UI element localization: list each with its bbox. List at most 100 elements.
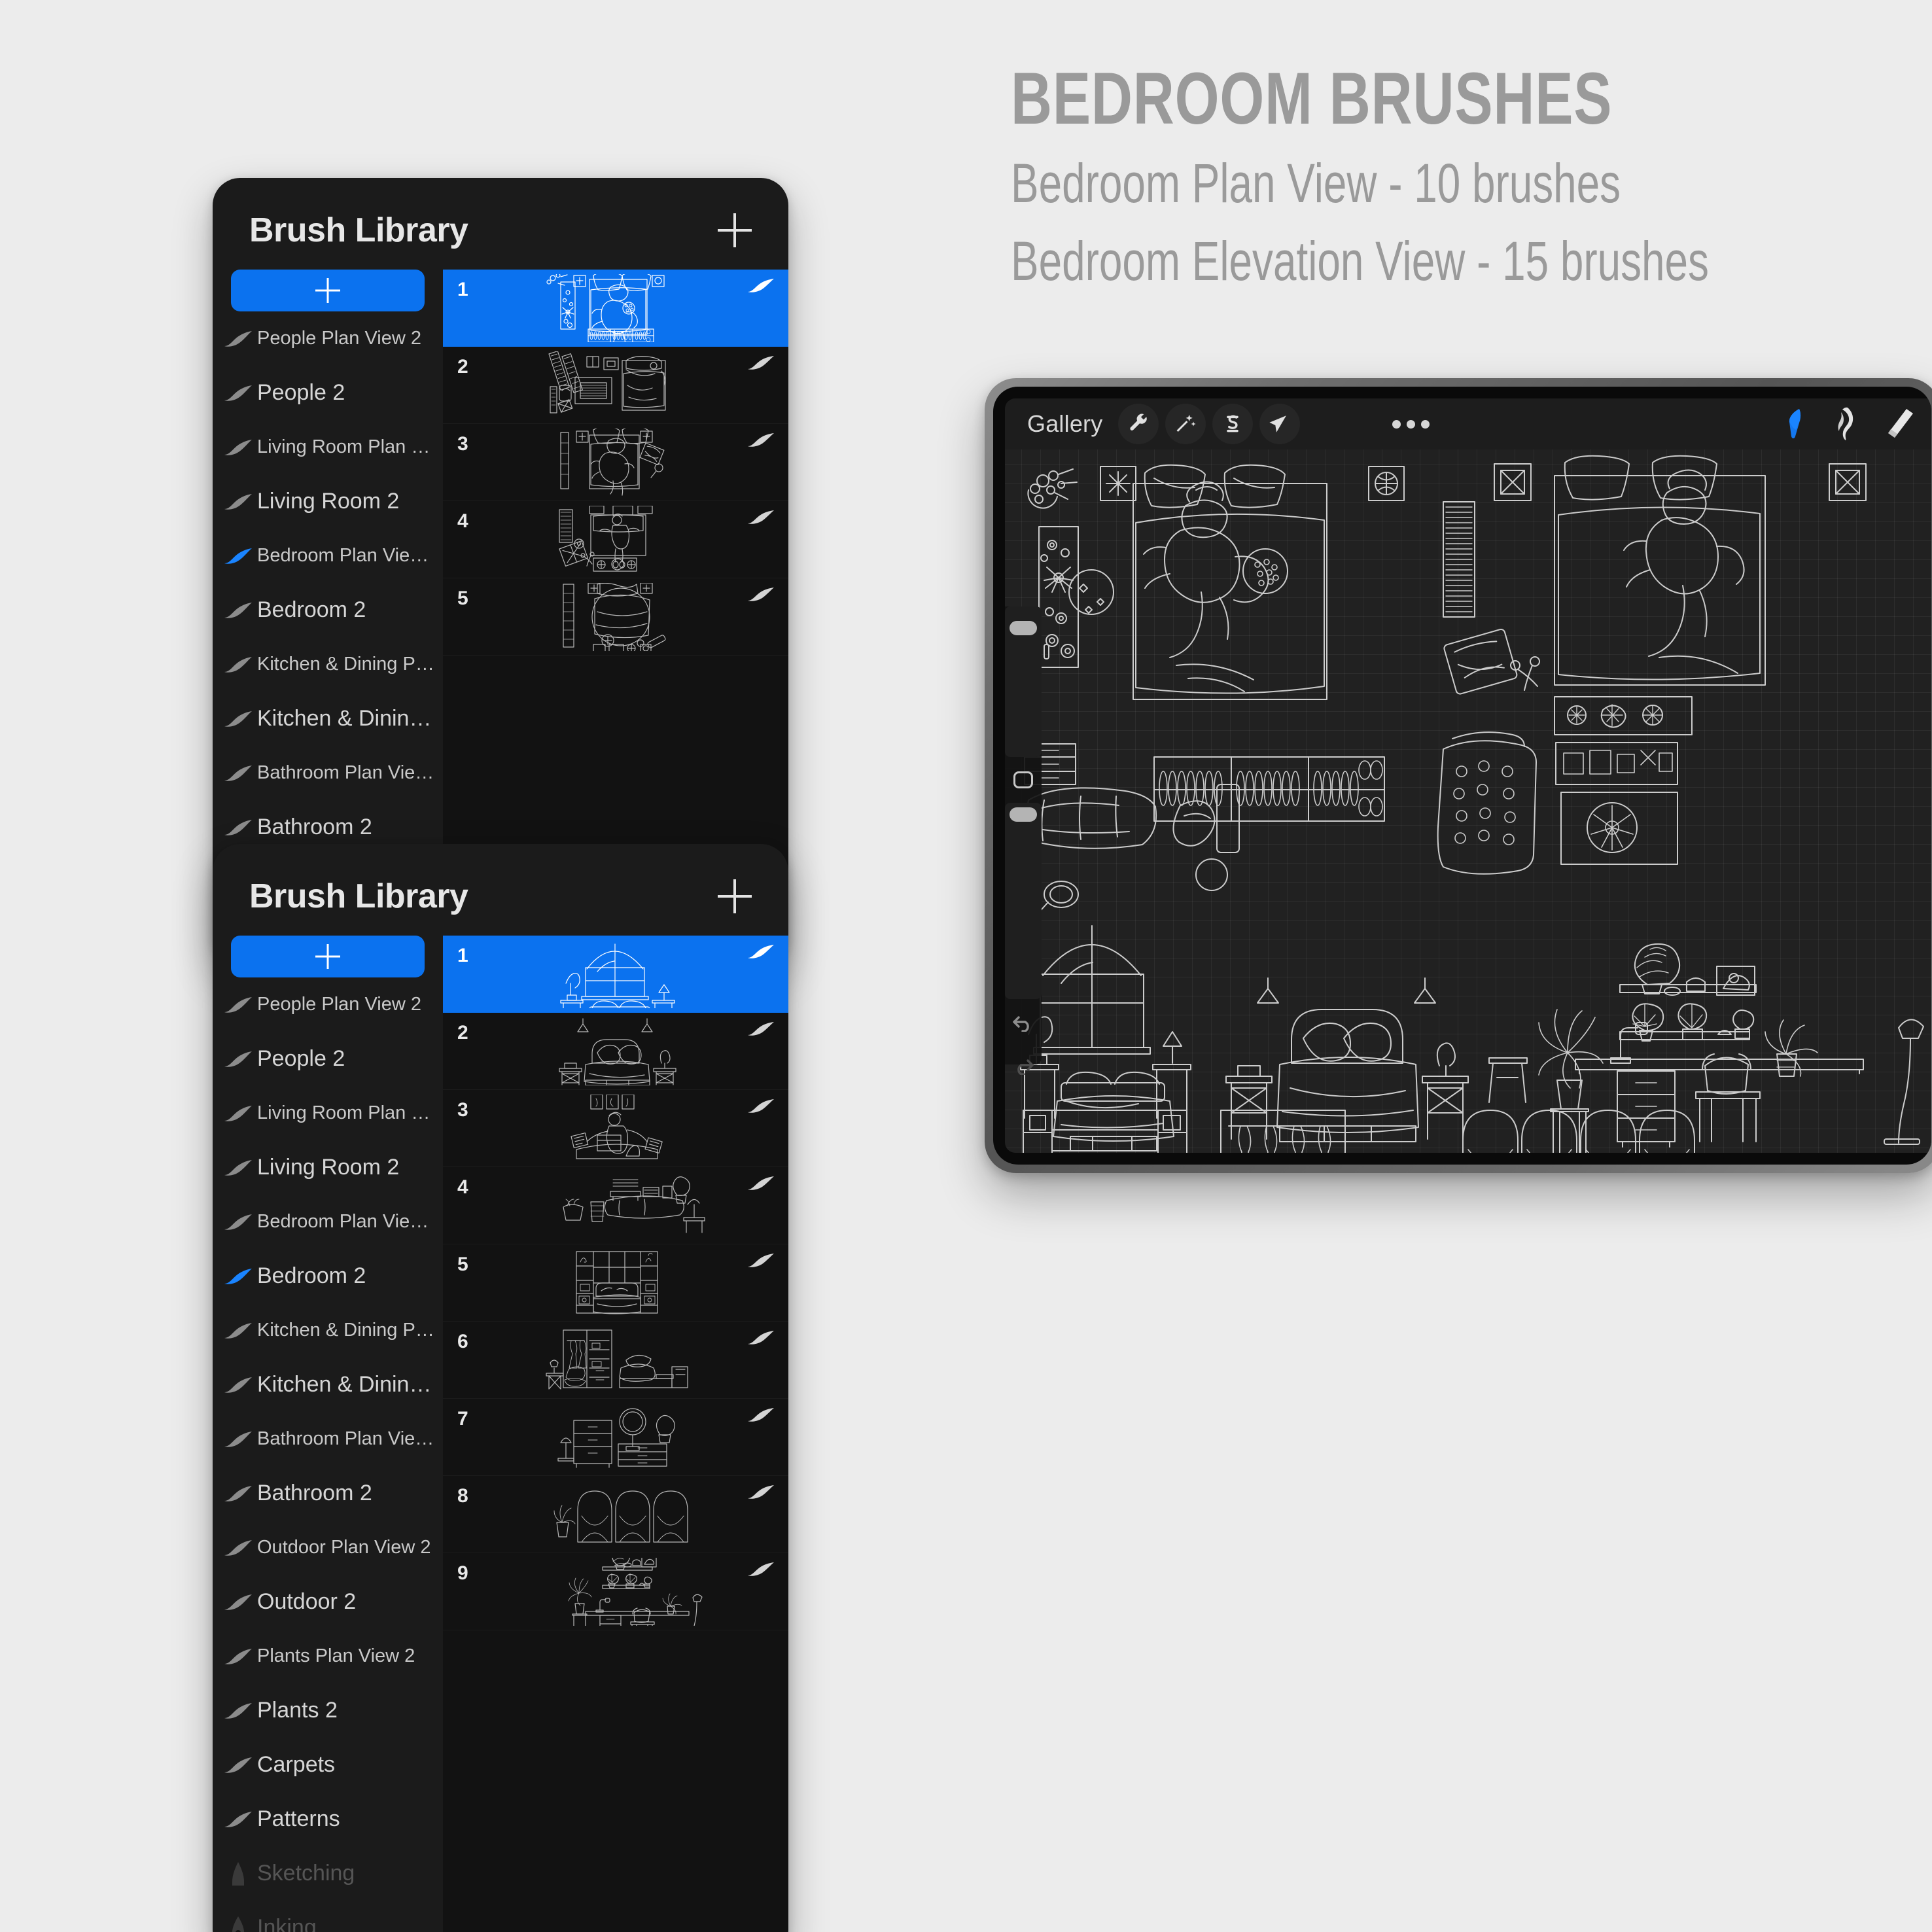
eraser-icon[interactable]	[1886, 408, 1914, 440]
brush-row[interactable]: 7	[443, 1399, 788, 1476]
brushset-row[interactable]: Living Room 2	[213, 1140, 443, 1195]
brushset-label: Kitchen & Dining 2	[257, 706, 440, 731]
brushset-label: Living Room 2	[257, 1155, 400, 1180]
brush-size-slider[interactable]	[1005, 606, 1042, 757]
brushset-row[interactable]: Bedroom Plan View 2	[213, 1195, 443, 1249]
brush-stroke-icon	[219, 1104, 257, 1123]
brush-stroke-icon	[219, 1212, 257, 1232]
smudge-icon[interactable]	[1833, 407, 1861, 441]
brush-stroke-icon	[219, 383, 257, 403]
modify-button[interactable]	[1013, 771, 1033, 788]
brush-row[interactable]: 1	[443, 936, 788, 1013]
undo-icon[interactable]	[1012, 1015, 1034, 1032]
brush-stroke-icon	[746, 586, 775, 603]
brush-size-knob[interactable]	[1010, 621, 1037, 635]
brushset-row[interactable]: Inking	[213, 1901, 443, 1932]
canvas-artwork	[1020, 455, 1924, 1153]
brushset-row[interactable]: Bathroom Plan View 2	[213, 1412, 443, 1466]
brushset-label: Bedroom 2	[257, 1263, 366, 1288]
brushset-row[interactable]: Living Room Plan Vie...	[213, 1086, 443, 1140]
brushset-label: Kitchen & Dining 2	[257, 1372, 440, 1397]
brushset-row[interactable]: Living Room Plan Vie...	[213, 420, 443, 474]
brushset-row[interactable]: Carpets	[213, 1738, 443, 1792]
brushset-row[interactable]: Sketching	[213, 1846, 443, 1901]
brushset-label: Outdoor Plan View 2	[257, 1537, 431, 1558]
panel-title: Brush Library	[249, 211, 468, 249]
brush-grid: 1 2 3 4 5 6 7 8 9	[443, 936, 788, 1932]
brush-row[interactable]: 2	[443, 347, 788, 424]
brushset-label: Kitchen & Dining Pla...	[257, 1320, 443, 1341]
brushset-row[interactable]: Patterns	[213, 1792, 443, 1846]
panel-body: People Plan View 2 People 2 Living Room Pl…	[213, 270, 788, 868]
wrench-icon[interactable]	[1118, 404, 1159, 444]
brushset-row[interactable]: Plants 2	[213, 1683, 443, 1738]
brush-stroke-icon	[219, 1375, 257, 1395]
brush-row[interactable]: 2	[443, 1013, 788, 1090]
brushset-label: People Plan View 2	[257, 994, 421, 1015]
brush-stroke-icon	[219, 764, 257, 783]
brush-row[interactable]: 5	[443, 1244, 788, 1322]
procreate-app: Gallery	[1005, 398, 1931, 1153]
brush-preview-plan-bed-desk-rug	[443, 347, 788, 423]
brushset-row[interactable]: People Plan View 2	[213, 311, 443, 366]
add-brushset-button[interactable]	[231, 936, 425, 977]
paintbrush-icon[interactable]	[1781, 408, 1808, 440]
more-options-icon[interactable]	[1392, 419, 1430, 429]
brushset-row[interactable]: People Plan View 2	[213, 977, 443, 1032]
brushset-row[interactable]: People 2	[213, 1032, 443, 1086]
brush-number: 7	[457, 1408, 468, 1430]
brush-row[interactable]: 4	[443, 501, 788, 578]
brushset-row[interactable]: Bedroom 2	[213, 583, 443, 637]
brush-preview-elev-shelving-bed	[443, 1244, 788, 1321]
brushset-row[interactable]: Bedroom 2	[213, 1249, 443, 1303]
brushset-label: Plants 2	[257, 1698, 338, 1723]
brush-row[interactable]: 1	[443, 270, 788, 347]
selection-icon[interactable]	[1212, 404, 1254, 444]
brushset-label: Patterns	[257, 1806, 340, 1831]
procreate-canvas[interactable]	[1005, 449, 1931, 1153]
brushset-row[interactable]: Kitchen & Dining 2	[213, 1358, 443, 1412]
redo-icon[interactable]	[1012, 1058, 1034, 1075]
brushset-row[interactable]: Kitchen & Dining Pla...	[213, 1303, 443, 1358]
brush-row[interactable]: 3	[443, 1090, 788, 1167]
add-brushset-button[interactable]	[231, 270, 425, 311]
add-brushset-icon[interactable]	[718, 213, 752, 247]
promo-text-block: BEDROOM BRUSHES Bedroom Plan View - 10 b…	[1011, 62, 1861, 290]
add-brushset-icon[interactable]	[718, 879, 752, 913]
brushset-label: Kitchen & Dining Pla...	[257, 654, 443, 675]
brush-row[interactable]: 8	[443, 1476, 788, 1553]
brushset-list: People Plan View 2 People 2 Living Room Pl…	[213, 270, 443, 868]
brushset-row[interactable]: People 2	[213, 366, 443, 420]
brush-row[interactable]: 3	[443, 424, 788, 501]
brush-stroke-icon	[219, 601, 257, 620]
brushset-row[interactable]: Plants Plan View 2	[213, 1629, 443, 1683]
brush-row[interactable]: 5	[443, 578, 788, 656]
brush-stroke-icon	[746, 1329, 775, 1346]
gallery-button[interactable]: Gallery	[1027, 410, 1102, 438]
brushset-row[interactable]: Kitchen & Dining 2	[213, 692, 443, 746]
transform-arrow-icon[interactable]	[1259, 404, 1301, 444]
brush-stroke-icon	[219, 1321, 257, 1341]
brushset-row[interactable]: Bathroom Plan View 2	[213, 746, 443, 800]
promo-subtitle-plan: Bedroom Plan View - 10 brushes	[1011, 152, 1621, 214]
brushset-row[interactable]: Outdoor 2	[213, 1575, 443, 1629]
brush-row[interactable]: 4	[443, 1167, 788, 1244]
brushset-row[interactable]: Outdoor Plan View 2	[213, 1520, 443, 1575]
brushset-row[interactable]: Kitchen & Dining Pla...	[213, 637, 443, 692]
brush-row[interactable]: 9	[443, 1553, 788, 1630]
brush-row[interactable]: 6	[443, 1322, 788, 1399]
brush-stroke-icon	[219, 1267, 257, 1286]
brushset-label: Bedroom 2	[257, 597, 366, 622]
opacity-knob[interactable]	[1010, 807, 1037, 822]
opacity-slider[interactable]	[1005, 803, 1042, 999]
brushset-label: Bathroom 2	[257, 815, 372, 839]
brush-preview-elev-bed-nightstands	[443, 1013, 788, 1089]
brushset-row[interactable]: Living Room 2	[213, 474, 443, 529]
brush-preview-elev-desk-plants	[443, 1553, 788, 1630]
promo-subtitle-elevation: Bedroom Elevation View - 15 brushes	[1011, 230, 1709, 292]
brush-number: 5	[457, 1254, 468, 1275]
brushset-row[interactable]: Bathroom 2	[213, 1466, 443, 1520]
brushset-row[interactable]: Bedroom Plan View 2	[213, 529, 443, 583]
magic-wand-icon[interactable]	[1165, 404, 1206, 444]
brush-stroke-icon	[219, 1647, 257, 1666]
